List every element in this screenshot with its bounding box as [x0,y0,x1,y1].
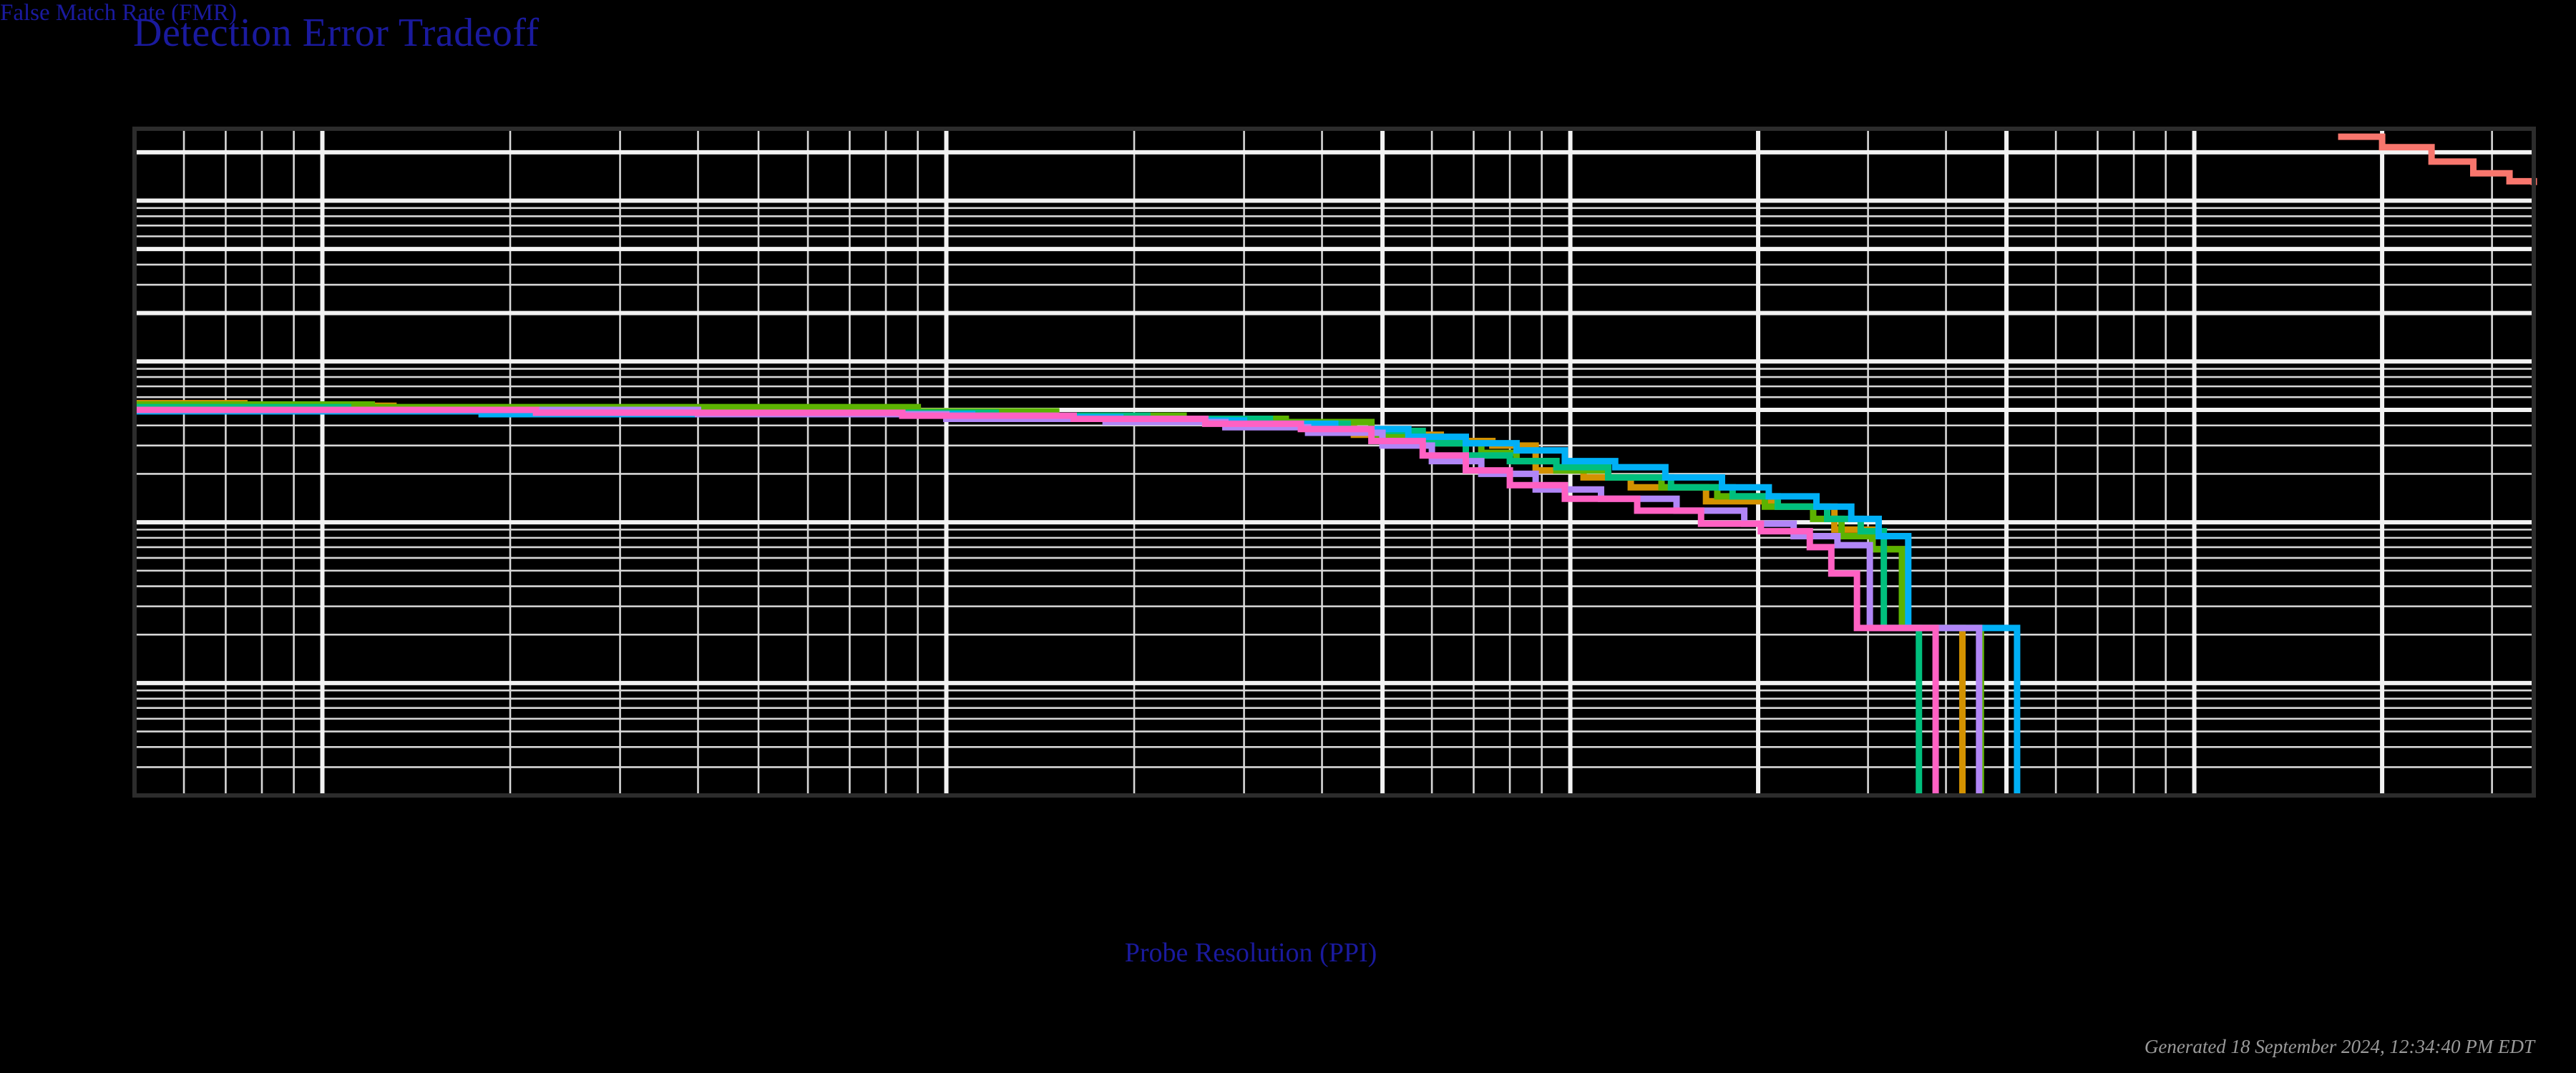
det-plot [132,127,2537,798]
generated-timestamp: Generated 18 September 2024, 12:34:40 PM… [2144,1036,2534,1057]
plot-panel [135,129,2534,795]
legend: Probe Resolution (PPI) [0,937,2576,969]
legend-title: Probe Resolution (PPI) [1124,938,1377,968]
x-axis-label: False Match Rate (FMR) [0,0,237,26]
chart-page: Detection Error Tradeoff False Non-Match… [0,0,2576,1073]
